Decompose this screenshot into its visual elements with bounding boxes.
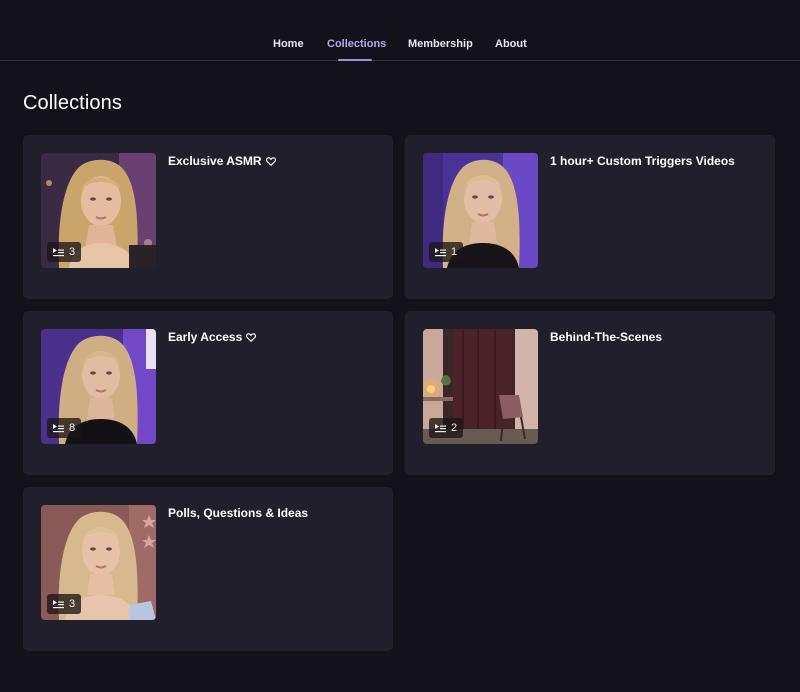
collection-card-early-access[interactable]: 8 Early Access bbox=[23, 311, 393, 475]
collection-title-text: Polls, Questions & Ideas bbox=[168, 506, 309, 520]
collection-title[interactable]: Behind-The-Scenes bbox=[550, 330, 662, 344]
tab-collections[interactable]: Collections bbox=[327, 38, 386, 50]
video-count: 8 bbox=[69, 422, 76, 434]
collection-title[interactable]: Early Access bbox=[168, 330, 257, 344]
video-count-badge: 8 bbox=[47, 418, 82, 438]
video-count: 2 bbox=[451, 422, 458, 434]
nav-tabs: Home Collections Membership About bbox=[0, 38, 800, 60]
collection-card-custom-triggers[interactable]: 1 1 hour+ Custom Triggers Videos bbox=[405, 135, 775, 299]
video-count-badge: 3 bbox=[47, 242, 82, 262]
tab-home[interactable]: Home bbox=[273, 38, 304, 50]
collection-title-text: Early Access bbox=[168, 330, 243, 344]
video-count: 1 bbox=[451, 246, 458, 258]
playlist-icon bbox=[53, 247, 64, 256]
video-count-badge: 1 bbox=[429, 242, 464, 262]
collection-title[interactable]: Exclusive ASMR bbox=[168, 154, 276, 168]
tab-about[interactable]: About bbox=[495, 38, 527, 50]
collection-title[interactable]: Polls, Questions & Ideas bbox=[168, 506, 308, 520]
collection-title-text: 1 hour+ Custom Triggers Videos bbox=[550, 154, 735, 168]
collection-thumbnail[interactable]: 3 bbox=[41, 505, 156, 620]
collection-thumbnail[interactable]: 8 bbox=[41, 329, 156, 444]
collection-title[interactable]: 1 hour+ Custom Triggers Videos bbox=[550, 154, 735, 168]
collection-card-polls-questions-ideas[interactable]: 3 Polls, Questions & Ideas bbox=[23, 487, 393, 651]
video-count: 3 bbox=[69, 598, 76, 610]
playlist-icon bbox=[435, 423, 446, 432]
heart-icon bbox=[246, 332, 257, 342]
collection-thumbnail[interactable]: 3 bbox=[41, 153, 156, 268]
active-tab-indicator bbox=[338, 59, 372, 61]
collection-thumbnail[interactable]: 2 bbox=[423, 329, 538, 444]
top-navigation: Home Collections Membership About bbox=[0, 0, 800, 61]
collection-card-behind-the-scenes[interactable]: 2 Behind-The-Scenes bbox=[405, 311, 775, 475]
tab-membership[interactable]: Membership bbox=[408, 38, 473, 50]
collection-thumbnail[interactable]: 1 bbox=[423, 153, 538, 268]
playlist-icon bbox=[435, 247, 446, 256]
video-count-badge: 3 bbox=[47, 594, 82, 614]
playlist-icon bbox=[53, 599, 64, 608]
collection-title-text: Exclusive ASMR bbox=[168, 154, 262, 168]
collection-title-text: Behind-The-Scenes bbox=[550, 330, 663, 344]
page-title: Collections bbox=[23, 92, 122, 114]
collection-card-exclusive-asmr[interactable]: 3 Exclusive ASMR bbox=[23, 135, 393, 299]
playlist-icon bbox=[53, 423, 64, 432]
heart-icon bbox=[265, 156, 276, 166]
video-count: 3 bbox=[69, 246, 76, 258]
video-count-badge: 2 bbox=[429, 418, 464, 438]
